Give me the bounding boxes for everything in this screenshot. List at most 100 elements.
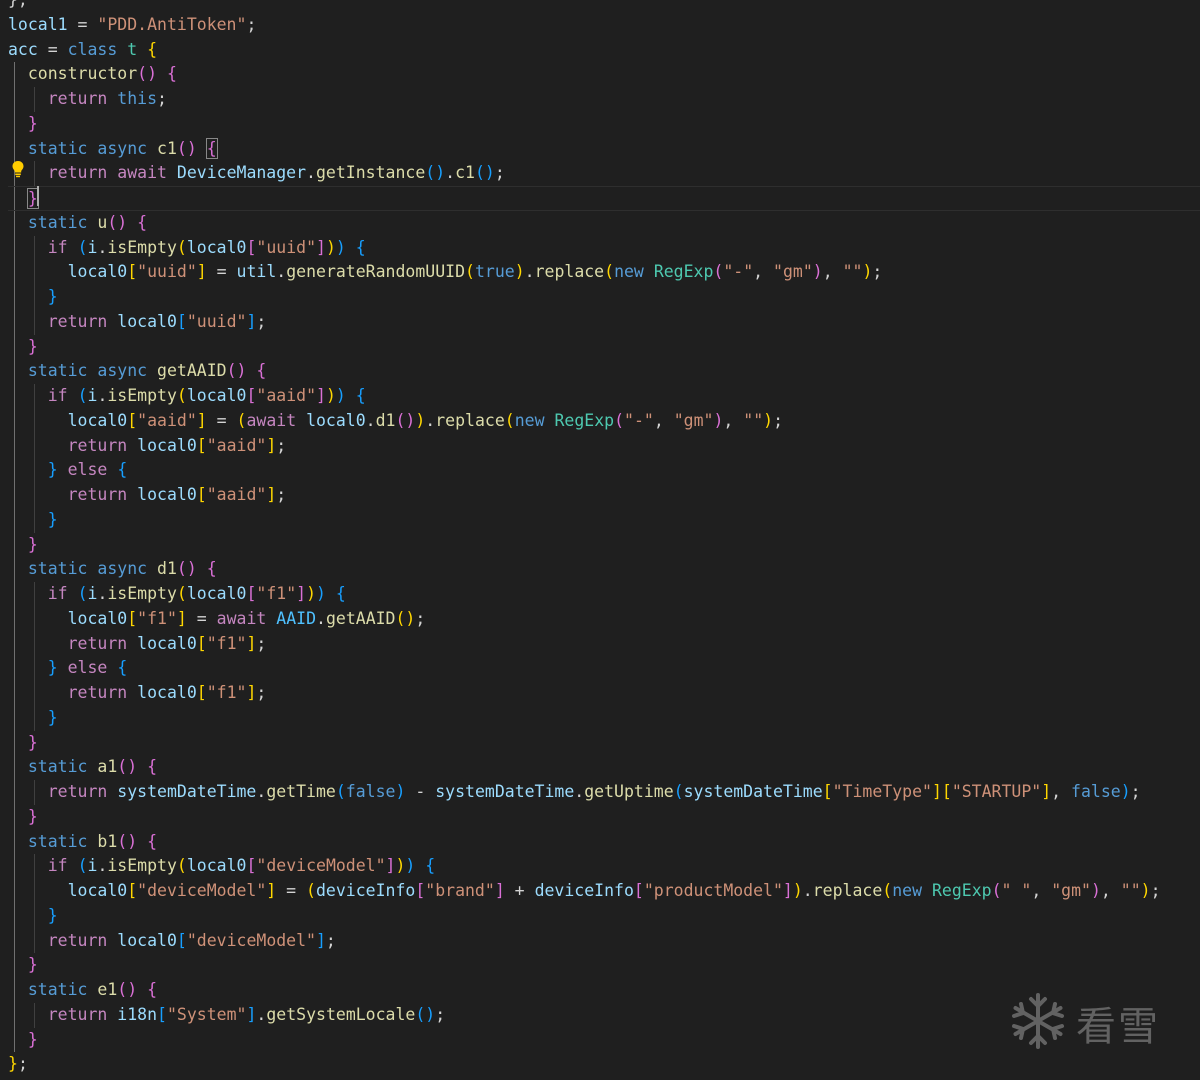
code-token: { xyxy=(206,559,217,579)
code-token: AAID xyxy=(276,608,317,628)
code-token: "" xyxy=(1120,881,1141,900)
code-line[interactable]: } xyxy=(8,112,1200,137)
code-line[interactable]: } xyxy=(8,805,1200,830)
code-line[interactable]: static async getAAID() { xyxy=(8,359,1200,384)
code-line[interactable]: local1 = "PDD.AntiToken"; xyxy=(8,13,1200,38)
code-token: false xyxy=(1071,782,1121,801)
code-line[interactable]: } xyxy=(8,186,1200,211)
code-line[interactable]: static async c1() { xyxy=(8,137,1200,162)
code-line[interactable]: local0["deviceModel"] = (deviceInfo["bra… xyxy=(8,879,1200,904)
code-line[interactable]: return local0["f1"]; xyxy=(8,681,1200,706)
code-line[interactable]: if (i.isEmpty(local0["aaid"])) { xyxy=(8,384,1200,409)
code-token: return xyxy=(47,782,108,801)
code-line[interactable]: local0["f1"] = await AAID.getAAID(); xyxy=(8,607,1200,632)
code-line[interactable]: return local0["f1"]; xyxy=(8,632,1200,657)
code-line[interactable]: } xyxy=(8,285,1200,310)
code-token: ] xyxy=(266,485,277,504)
code-line[interactable]: } else { xyxy=(8,656,1200,681)
code-token: ) xyxy=(862,262,873,282)
code-editor[interactable]: };local1 = "PDD.AntiToken";acc = class t… xyxy=(0,0,1200,1080)
code-token: ) xyxy=(1140,881,1151,900)
code-line[interactable]: if (i.isEmpty(local0["deviceModel"])) { xyxy=(8,854,1200,879)
code-token: RegExp xyxy=(554,410,615,430)
code-token: ) xyxy=(405,856,416,876)
code-line[interactable]: local0["aaid"] = (await local0.d1()).rep… xyxy=(8,409,1200,434)
code-token: deviceInfo xyxy=(315,881,416,900)
code-token: } xyxy=(8,1054,18,1074)
code-line[interactable]: } xyxy=(8,335,1200,360)
code-token: d1 xyxy=(375,410,396,430)
code-token: , xyxy=(653,410,674,430)
code-line[interactable]: } xyxy=(8,953,1200,978)
code-token: i xyxy=(87,856,98,876)
code-token: ) xyxy=(395,856,406,876)
code-line[interactable]: } xyxy=(8,508,1200,533)
code-token: = xyxy=(276,881,307,900)
code-line[interactable]: return await DeviceManager.getInstance()… xyxy=(8,161,1200,186)
code-line[interactable]: static u() { xyxy=(8,211,1200,236)
code-line[interactable]: static async d1() { xyxy=(8,557,1200,582)
code-token: = xyxy=(206,410,237,430)
code-token: "aaid" xyxy=(206,485,267,504)
code-token: ( xyxy=(77,386,88,405)
code-token: RegExp xyxy=(653,262,714,282)
code-line[interactable]: return local0["uuid"]; xyxy=(8,310,1200,335)
code-token: static xyxy=(27,138,88,158)
code-line[interactable]: return local0["deviceModel"]; xyxy=(8,929,1200,954)
snowflake-icon xyxy=(1008,991,1068,1055)
code-token: " " xyxy=(1001,881,1032,900)
code-token: ( xyxy=(77,584,88,603)
code-line[interactable]: return systemDateTime.getTime(false) - s… xyxy=(8,780,1200,805)
code-token: { xyxy=(147,831,158,851)
code-token: ) xyxy=(792,881,803,900)
code-line[interactable]: if (i.isEmpty(local0["f1"])) { xyxy=(8,582,1200,607)
code-token: , xyxy=(753,262,774,282)
code-line[interactable]: local0["uuid"] = util.generateRandomUUID… xyxy=(8,260,1200,285)
code-token: ( xyxy=(991,881,1002,900)
code-line[interactable]: } else { xyxy=(8,458,1200,483)
code-token: ( xyxy=(504,410,515,430)
code-token: ] xyxy=(196,262,207,282)
code-token: ) xyxy=(514,262,525,282)
code-token: [ xyxy=(196,683,207,702)
code-token: [ xyxy=(941,782,952,801)
code-line[interactable]: } xyxy=(8,731,1200,756)
code-token: return xyxy=(47,930,108,950)
code-line[interactable]: } xyxy=(8,706,1200,731)
code-token: ( xyxy=(176,386,187,405)
code-token: if xyxy=(47,856,68,876)
code-line[interactable]: return this; xyxy=(8,87,1200,112)
code-line[interactable]: if (i.isEmpty(local0["uuid"])) { xyxy=(8,236,1200,261)
code-line[interactable]: } xyxy=(8,904,1200,929)
code-token: ) xyxy=(306,584,317,603)
text-cursor xyxy=(37,186,39,206)
code-token: ; xyxy=(276,485,287,504)
code-line[interactable]: acc = class t { xyxy=(8,38,1200,63)
code-line[interactable]: static a1() { xyxy=(8,755,1200,780)
code-token: systemDateTime xyxy=(683,782,823,801)
code-line[interactable]: return local0["aaid"]; xyxy=(8,483,1200,508)
code-line[interactable]: } xyxy=(8,533,1200,558)
code-token: replace xyxy=(812,881,883,900)
code-line[interactable]: static b1() { xyxy=(8,830,1200,855)
code-token: "brand" xyxy=(425,881,495,900)
code-token: ( xyxy=(465,262,475,282)
code-line[interactable]: }; xyxy=(8,0,1200,13)
code-token: i18n xyxy=(117,1004,158,1024)
lightbulb-icon[interactable] xyxy=(11,160,25,178)
code-line[interactable]: constructor() { xyxy=(8,62,1200,87)
code-line[interactable]: return local0["aaid"]; xyxy=(8,434,1200,459)
code-token: ) xyxy=(325,386,336,405)
